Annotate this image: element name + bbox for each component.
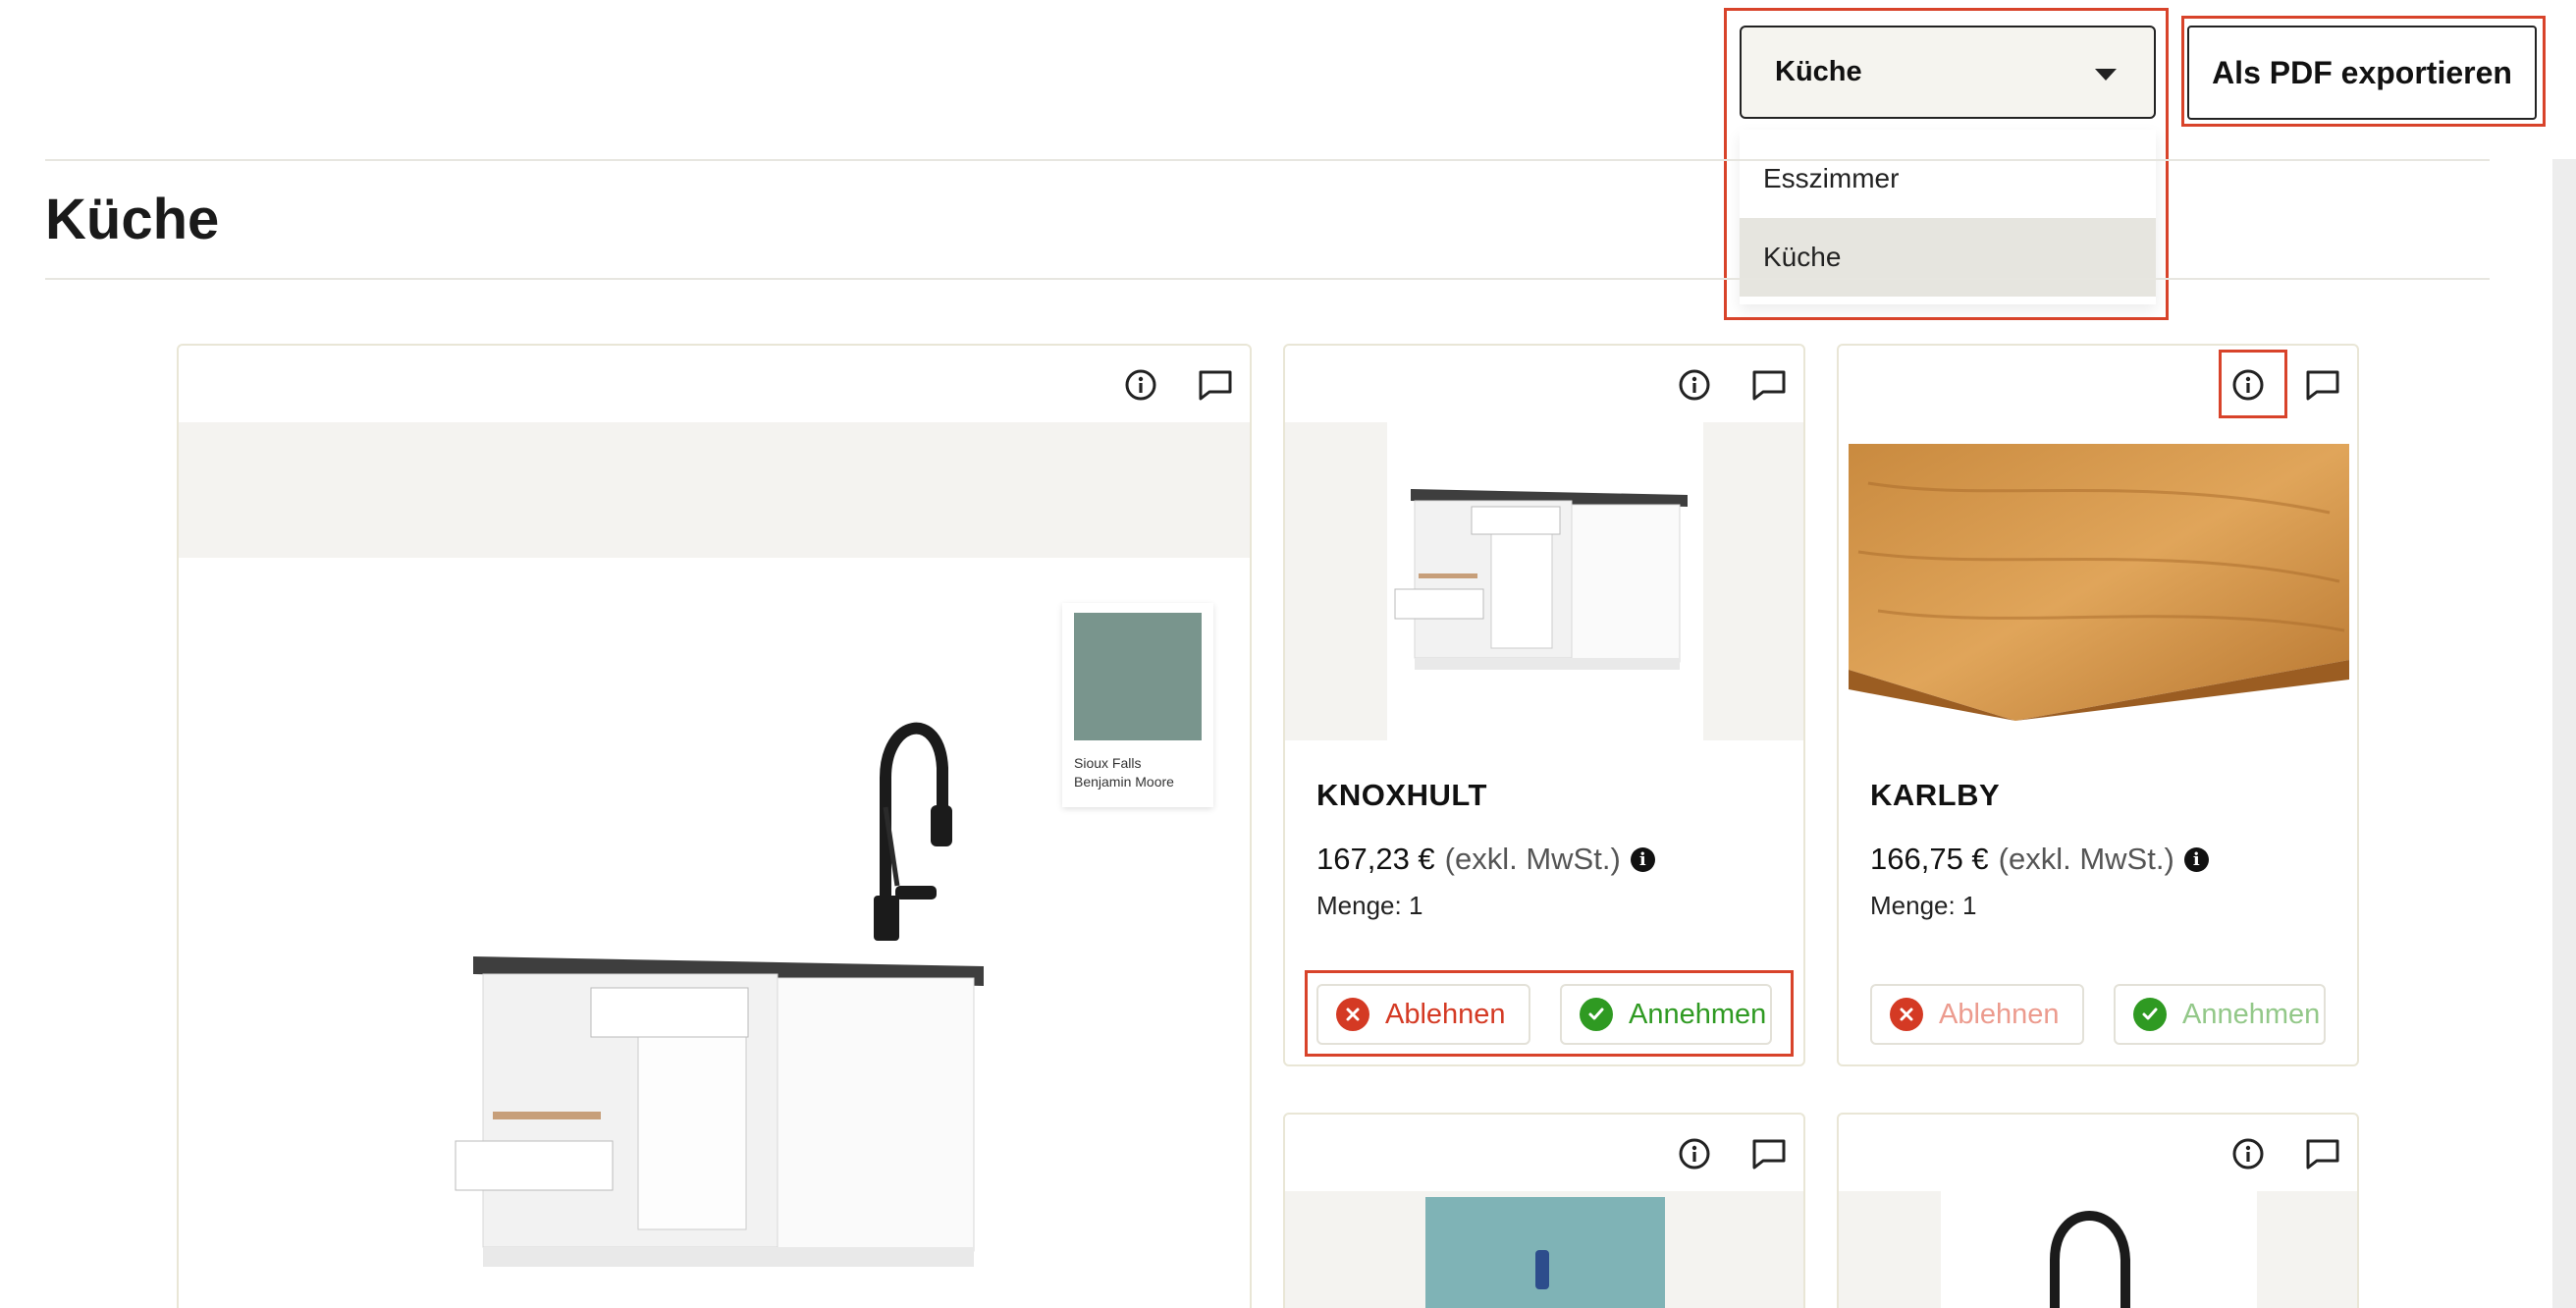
- dropdown-option-kueche[interactable]: Küche: [1740, 218, 2156, 297]
- reject-label: Ablehnen: [1939, 998, 2060, 1030]
- product-name: KARLBY: [1870, 778, 2001, 812]
- accept-label: Annehmen: [2182, 998, 2321, 1030]
- faucet-thumbnail: [2050, 1211, 2130, 1308]
- scrollbar-track[interactable]: [2552, 159, 2576, 1308]
- swatch-brand: Benjamin Moore: [1074, 774, 1174, 790]
- info-icon[interactable]: [1677, 367, 1712, 403]
- page: Küche Esszimmer Küche Als PDF exportiere…: [0, 0, 2576, 1308]
- reject-button[interactable]: Ablehnen: [1870, 984, 2084, 1045]
- vat-note: (exkl. MwSt.): [1444, 842, 1621, 876]
- moodboard-header-band: [179, 422, 1250, 558]
- comment-icon[interactable]: [2305, 1136, 2340, 1172]
- accept-label: Annehmen: [1629, 998, 1767, 1030]
- reject-label: Ablehnen: [1385, 998, 1506, 1030]
- card-toolbar: [179, 346, 1250, 422]
- reject-icon: [1890, 998, 1923, 1031]
- moodboard-card: Sioux Falls Benjamin Moore: [177, 344, 1252, 1308]
- comment-icon[interactable]: [1751, 367, 1787, 403]
- reject-button[interactable]: Ablehnen: [1316, 984, 1530, 1045]
- swatch-name: Sioux Falls: [1074, 755, 1142, 771]
- card-toolbar: [1839, 1115, 2357, 1191]
- accept-button[interactable]: Annehmen: [1560, 984, 1772, 1045]
- worktop-thumbnail: [1849, 444, 2349, 721]
- vat-note: (exkl. MwSt.): [1998, 842, 2174, 876]
- product-name: KNOXHULT: [1316, 778, 1487, 812]
- color-swatch-chip: [1074, 613, 1202, 740]
- price-line: 167,23 € (exkl. MwSt.) i: [1316, 842, 1655, 877]
- color-swatch-card[interactable]: Sioux Falls Benjamin Moore: [1062, 603, 1213, 807]
- card-toolbar: [1839, 346, 2357, 422]
- comment-icon[interactable]: [1198, 367, 1233, 403]
- card-toolbar: [1285, 346, 1803, 422]
- accept-icon: [2133, 998, 2167, 1031]
- accept-button[interactable]: Annehmen: [2114, 984, 2326, 1045]
- dropdown-option-esszimmer[interactable]: Esszimmer: [1740, 139, 2156, 218]
- room-select[interactable]: Küche: [1740, 26, 2156, 119]
- product-card: KNOXHULT 167,23 € (exkl. MwSt.) i Menge:…: [1283, 344, 1805, 1066]
- page-title: Küche: [45, 188, 220, 251]
- price-line: 166,75 € (exkl. MwSt.) i: [1870, 842, 2209, 877]
- product-image[interactable]: [1839, 1191, 2357, 1308]
- product-price: 166,75 €: [1870, 842, 1989, 876]
- room-select-value: Küche: [1775, 56, 1862, 87]
- product-quantity: Menge: 1: [1870, 891, 1977, 920]
- product-card: KARLBY 166,75 € (exkl. MwSt.) i Menge: 1…: [1837, 344, 2359, 1066]
- product-image[interactable]: [1285, 1191, 1803, 1308]
- info-icon[interactable]: [2230, 367, 2266, 403]
- product-quantity: Menge: 1: [1316, 891, 1423, 920]
- card-toolbar: [1285, 1115, 1803, 1191]
- product-image[interactable]: [1285, 422, 1803, 740]
- reject-icon: [1336, 998, 1369, 1031]
- product-price: 167,23 €: [1316, 842, 1435, 876]
- accept-icon: [1580, 998, 1613, 1031]
- vat-info-icon[interactable]: i: [2183, 846, 2209, 872]
- info-icon[interactable]: [1123, 367, 1158, 403]
- product-card: [1837, 1113, 2359, 1308]
- divider-bottom: [45, 278, 2490, 280]
- vat-info-icon[interactable]: i: [1630, 846, 1655, 872]
- faucet-image: [874, 722, 952, 941]
- cabinet-image: [455, 956, 984, 1267]
- comment-icon[interactable]: [1751, 1136, 1787, 1172]
- info-icon[interactable]: [2230, 1136, 2266, 1172]
- divider-top: [45, 159, 2490, 161]
- caret-down-icon: [2095, 69, 2117, 81]
- export-pdf-button[interactable]: Als PDF exportieren: [2187, 26, 2537, 120]
- cabinet-thumbnail: [1394, 489, 1688, 670]
- product-card: [1283, 1113, 1805, 1308]
- product-image[interactable]: [1839, 422, 2357, 740]
- info-icon[interactable]: [1677, 1136, 1712, 1172]
- comment-icon[interactable]: [2305, 367, 2340, 403]
